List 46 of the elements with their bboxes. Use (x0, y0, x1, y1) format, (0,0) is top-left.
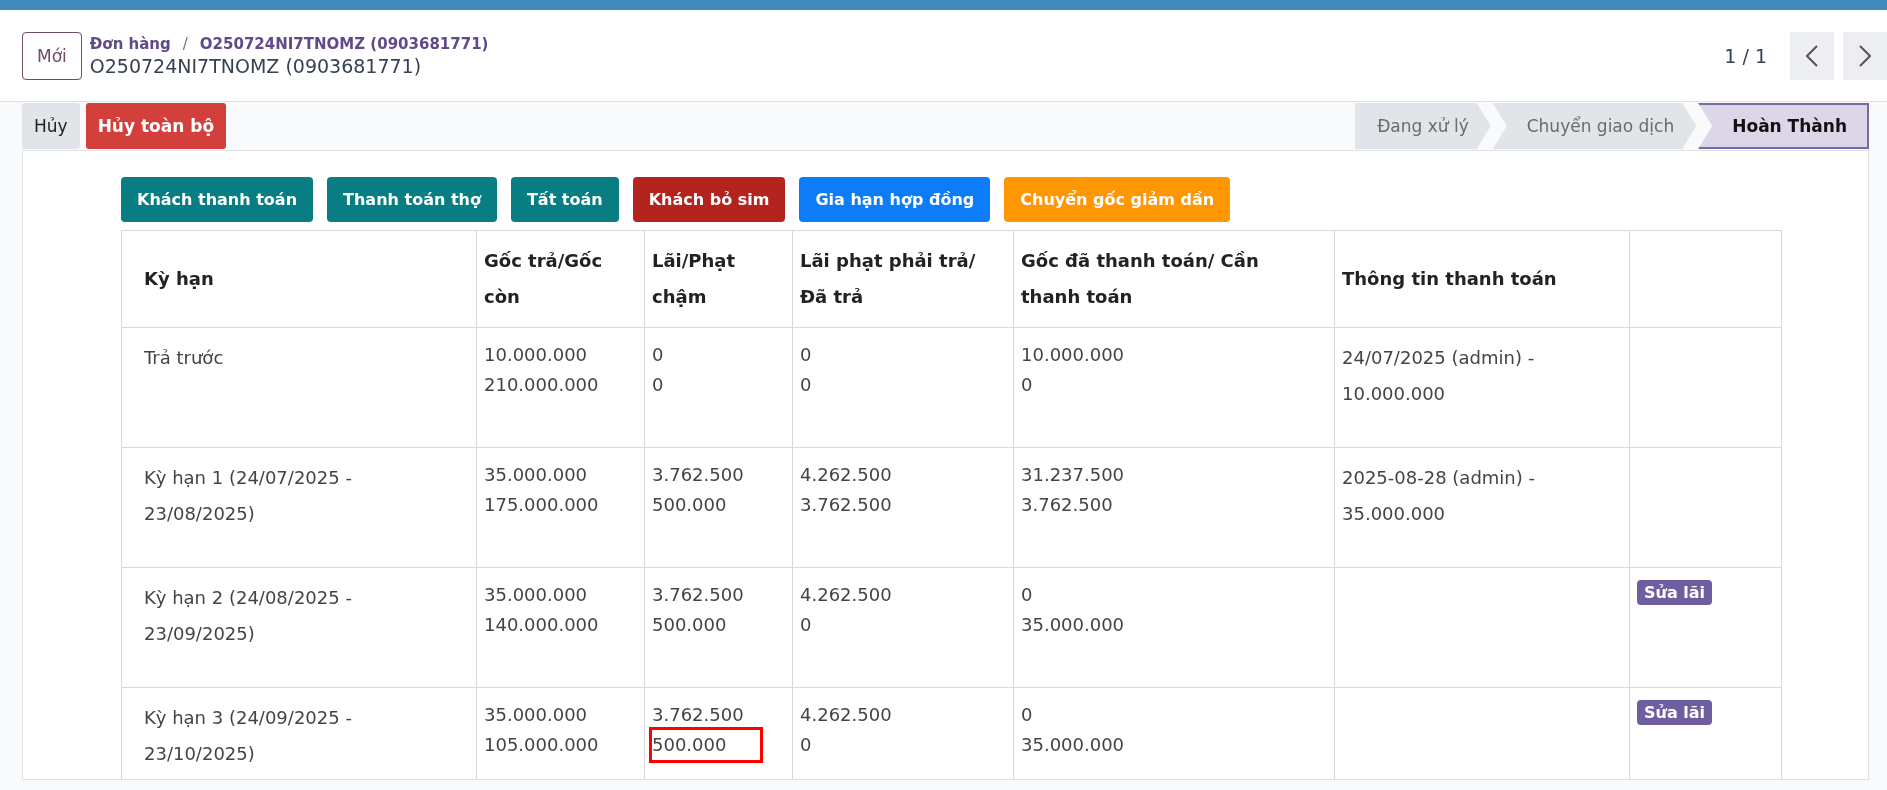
column-header: Kỳ hạn (121, 230, 477, 328)
cancel-button[interactable]: Hủy (22, 103, 80, 149)
edit-interest-button[interactable]: Sửa lãi (1637, 580, 1713, 605)
table-cell: Kỳ hạn 3 (24/09/2025 - 23/10/2025) (121, 687, 477, 779)
action-button[interactable]: Tất toán (510, 177, 619, 222)
column-header: Gốc đã thanh toán/ Cần thanh toán (1013, 230, 1335, 328)
table-cell: 2025-08-28 (admin) - 35.000.000 (1334, 447, 1630, 568)
previous-button[interactable] (1790, 31, 1834, 80)
table-cell: Kỳ hạn 1 (24/07/2025 - 23/08/2025) (121, 447, 477, 568)
table-cell: 3.762.500 500.000 (644, 567, 793, 688)
table-cell: Kỳ hạn 2 (24/08/2025 - 23/09/2025) (121, 567, 477, 688)
column-header: Thông tin thanh toán (1334, 230, 1630, 328)
status-stage[interactable]: Hoàn Thành (1698, 103, 1869, 149)
cancel-all-button[interactable]: Hủy toàn bộ (85, 103, 227, 149)
next-button[interactable] (1843, 31, 1887, 80)
new-button[interactable]: Mới (22, 31, 82, 80)
table-cell: 4.262.500 0 (792, 567, 1014, 688)
breadcrumb-link[interactable]: Đơn hàng (89, 34, 171, 53)
table-cell: 24/07/2025 (admin) - 10.000.000 (1334, 327, 1630, 448)
table-cell: 0 35.000.000 (1013, 567, 1335, 688)
column-header: Lãi phạt phải trả/ Đã trả (792, 230, 1014, 328)
column-header: Gốc trả/Gốc còn (476, 230, 645, 328)
breadcrumb-separator: / (182, 34, 188, 53)
table-cell: 3.762.500 500.000 (644, 447, 793, 568)
chevron-left-icon (1806, 44, 1818, 67)
table-cell: 35.000.000 175.000.000 (476, 447, 645, 568)
record-title: O250724NI7TNOMZ (0903681771) (89, 54, 423, 77)
action-button[interactable]: Khách bỏ sim (632, 177, 786, 222)
action-button[interactable]: Thanh toán thợ (327, 177, 497, 222)
column-header: Lãi/Phạt chậm (644, 230, 793, 328)
table-cell: 31.237.500 3.762.500 (1013, 447, 1335, 568)
table-cell: 4.262.500 3.762.500 (792, 447, 1014, 568)
breadcrumb-current[interactable]: O250724NI7TNOMZ (0903681771) (199, 34, 489, 53)
table-cell: 10.000.000 210.000.000 (476, 327, 645, 448)
chevron-right-icon (1859, 44, 1871, 67)
pager-value: 1 / 1 (1724, 44, 1767, 67)
table-cell: Trả trước (121, 327, 477, 448)
action-button[interactable]: Khách thanh toán (121, 177, 314, 222)
action-button[interactable]: Gia hạn hợp đồng (799, 177, 991, 222)
table-cell: 0 0 (644, 327, 793, 448)
table-cell: 35.000.000 140.000.000 (476, 567, 645, 688)
edit-interest-button[interactable]: Sửa lãi (1637, 700, 1713, 725)
table-cell: 10.000.000 0 (1013, 327, 1335, 448)
status-stage[interactable]: Đang xử lý (1355, 103, 1491, 149)
status-stage[interactable]: Chuyển giao dịch (1492, 103, 1697, 149)
table-cell: 0 0 (792, 327, 1014, 448)
